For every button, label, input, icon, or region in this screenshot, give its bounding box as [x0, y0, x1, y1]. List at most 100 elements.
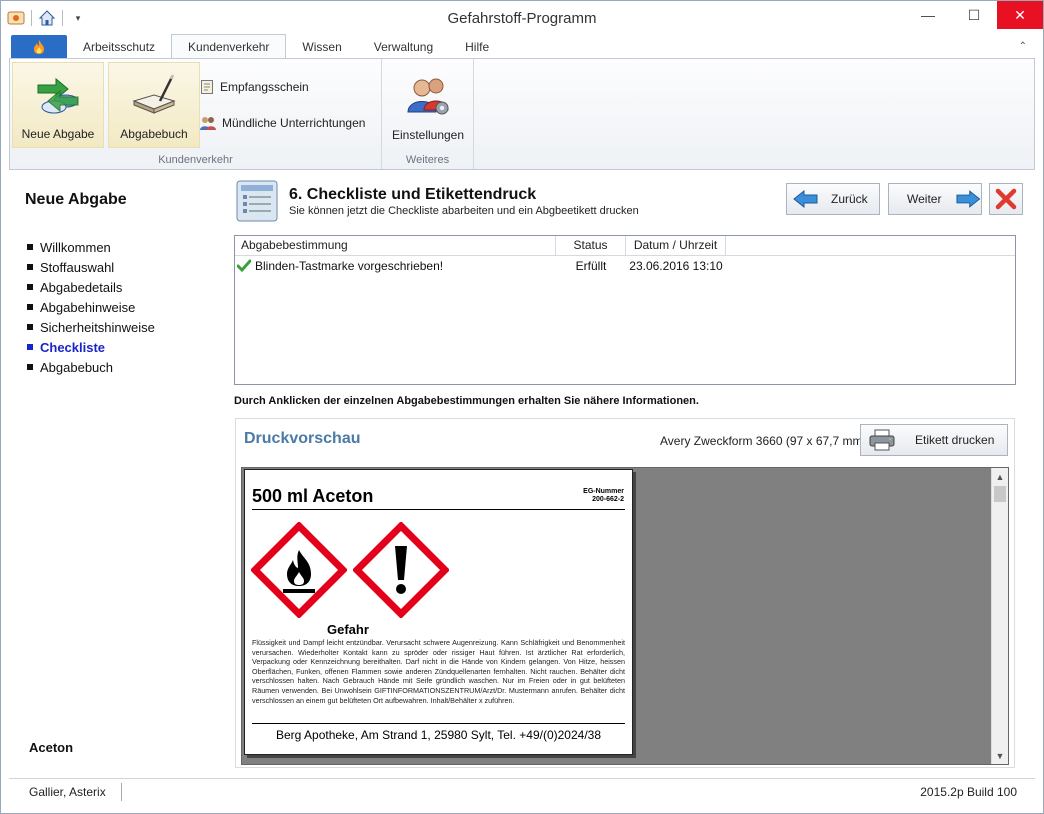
wizard-title: Neue Abgabe: [25, 191, 127, 208]
label-pharmacy-address: Berg Apotheke, Am Strand 1, 25980 Sylt, …: [276, 728, 601, 742]
table-row[interactable]: Blinden-Tastmarke vorgeschrieben! Erfüll…: [235, 256, 1015, 276]
ribbon-panel: Neue Abgabe Abgabebuch Empfangsschein Mü…: [9, 58, 1035, 170]
hazard-label-preview: 500 ml Aceton EG-Nummer 200-662-2 Gefahr…: [244, 469, 633, 755]
ghs-exclamation-pictogram-icon: [353, 522, 449, 618]
book-icon: [130, 71, 178, 119]
neue-abgabe-label: Neue Abgabe: [21, 127, 95, 141]
column-header-bestimmung[interactable]: Abgabebestimmung: [235, 236, 556, 255]
tab-verwaltung[interactable]: Verwaltung: [358, 35, 449, 59]
tab-hilfe[interactable]: Hilfe: [449, 35, 505, 59]
label-divider: [252, 723, 625, 724]
step-bullet: [27, 284, 33, 290]
step-bullet: [27, 364, 33, 370]
label-eg-number: 200-662-2: [592, 496, 624, 503]
label-signal-word: Gefahr: [327, 622, 369, 637]
status-divider: [121, 783, 122, 801]
table-header: Abgabebestimmung Status Datum / Uhrzeit: [235, 236, 1015, 256]
einstellungen-button[interactable]: Einstellungen: [382, 62, 474, 148]
cancel-wizard-button[interactable]: [989, 183, 1023, 215]
scroll-down-icon[interactable]: ▼: [992, 747, 1008, 764]
group-label-weiteres: Weiteres: [405, 154, 450, 166]
label-eg-title: EG-Nummer: [583, 488, 624, 495]
next-button-label: Weiter: [907, 192, 942, 206]
close-window-button[interactable]: ✕: [997, 1, 1043, 29]
step-checkliste[interactable]: Checkliste: [27, 337, 155, 357]
ribbon-collapse-icon[interactable]: ⌃: [1019, 41, 1027, 52]
checklist-hint: Durch Anklicken der einzelnen Abgabebest…: [234, 395, 699, 407]
minimize-button[interactable]: —: [905, 1, 951, 29]
step-label: Sicherheitshinweise: [40, 319, 155, 335]
scroll-thumb[interactable]: [994, 486, 1006, 502]
step-abgabebuch[interactable]: Abgabebuch: [27, 357, 155, 377]
step-bullet: [27, 244, 33, 250]
checklist-icon: [235, 179, 279, 223]
label-hazard-statements: Flüssigkeit und Dampf leicht entzündbar.…: [252, 638, 625, 705]
column-header-datum[interactable]: Datum / Uhrzeit: [626, 236, 726, 255]
settings-people-icon: [404, 72, 452, 120]
step-bullet: [27, 304, 33, 310]
muendliche-unterrichtungen-button[interactable]: Mündliche Unterrichtungen: [200, 115, 365, 131]
label-divider: [252, 509, 625, 510]
back-button[interactable]: Zurück: [786, 183, 880, 215]
abgabebuch-label: Abgabebuch: [120, 127, 188, 141]
wizard-steps: Willkommen Stoffauswahl Abgabedetails Ab…: [27, 237, 155, 377]
file-tab[interactable]: [11, 35, 67, 59]
tab-arbeitsschutz[interactable]: Arbeitsschutz: [67, 35, 171, 59]
ribbon-tabs: Arbeitsschutz Kundenverkehr Wissen Verwa…: [11, 34, 505, 59]
cell-datum: 23.06.2016 13:10: [629, 259, 723, 273]
app-window: ▾ Gefahrstoff-Programm — ☐ ✕ Arbeitsschu…: [0, 0, 1044, 814]
maximize-button[interactable]: ☐: [951, 1, 997, 29]
step-bullet: [27, 264, 33, 270]
tab-wissen[interactable]: Wissen: [286, 35, 357, 59]
wizard-sidebar: Neue Abgabe Willkommen Stoffauswahl Abga…: [9, 177, 224, 777]
tab-kundenverkehr[interactable]: Kundenverkehr: [171, 34, 287, 59]
people-icon: [200, 117, 216, 130]
cell-status: Erfüllt: [575, 259, 607, 273]
scroll-up-icon[interactable]: ▲: [992, 468, 1008, 485]
empfangsschein-button[interactable]: Empfangsschein: [200, 79, 309, 95]
empfangsschein-label: Empfangsschein: [220, 80, 309, 94]
status-bar: Gallier, Asterix 2015.2p Build 100: [9, 778, 1035, 804]
step-stoffauswahl[interactable]: Stoffauswahl: [27, 257, 155, 277]
arrow-right-icon: [956, 190, 981, 208]
print-label-text: Etikett drucken: [915, 433, 995, 447]
group-label-kundenverkehr: Kundenverkehr: [158, 154, 233, 166]
step-sicherheitshinweise[interactable]: Sicherheitshinweise: [27, 317, 155, 337]
status-user: Gallier, Asterix: [29, 785, 106, 799]
step-willkommen[interactable]: Willkommen: [27, 237, 155, 257]
step-abgabedetails[interactable]: Abgabedetails: [27, 277, 155, 297]
neue-abgabe-icon: [34, 71, 82, 119]
check-icon: [237, 259, 251, 273]
next-button[interactable]: Weiter: [888, 183, 982, 215]
printer-icon: [869, 429, 895, 451]
cell-bestimmung: Blinden-Tastmarke vorgeschrieben!: [235, 259, 556, 273]
group-kundenverkehr: Neue Abgabe Abgabebuch Empfangsschein Mü…: [10, 59, 382, 169]
back-button-label: Zurück: [831, 192, 868, 206]
status-build: 2015.2p Build 100: [920, 785, 1017, 799]
receipt-icon: [201, 80, 213, 94]
step-subtitle: Sie können jetzt die Checkliste abarbeit…: [289, 205, 639, 217]
label-format: Avery Zweckform 3660 (97 x 67,7 mm): [660, 434, 867, 448]
window-title: Gefahrstoff-Programm: [447, 10, 597, 27]
column-header-status[interactable]: Status: [556, 236, 626, 255]
close-icon: [995, 188, 1017, 210]
label-eg-block: EG-Nummer 200-662-2: [583, 488, 624, 504]
label-product: 500 ml Aceton: [252, 486, 374, 506]
step-abgabehinweise[interactable]: Abgabehinweise: [27, 297, 155, 317]
window-controls: — ☐ ✕: [905, 1, 1043, 29]
neue-abgabe-button[interactable]: Neue Abgabe: [12, 62, 104, 148]
checklist-table: Abgabebestimmung Status Datum / Uhrzeit …: [234, 235, 1016, 385]
step-label: Abgabebuch: [40, 359, 114, 375]
print-label-button[interactable]: Etikett drucken: [860, 424, 1008, 456]
flame-icon: [34, 40, 44, 54]
title-bar: ▾ Gefahrstoff-Programm — ☐ ✕: [1, 1, 1043, 35]
abgabebuch-button[interactable]: Abgabebuch: [108, 62, 200, 148]
print-preview-panel: Druckvorschau Avery Zweckform 3660 (97 x…: [235, 418, 1015, 768]
selected-substance: Aceton: [29, 740, 74, 755]
step-bullet: [27, 324, 33, 330]
preview-canvas: 500 ml Aceton EG-Nummer 200-662-2 Gefahr…: [241, 467, 1009, 765]
preview-scrollbar[interactable]: ▲ ▼: [991, 468, 1008, 764]
einstellungen-label: Einstellungen: [391, 128, 465, 142]
arrow-left-icon: [793, 190, 818, 208]
group-weiteres: Einstellungen Weiteres: [382, 59, 474, 169]
